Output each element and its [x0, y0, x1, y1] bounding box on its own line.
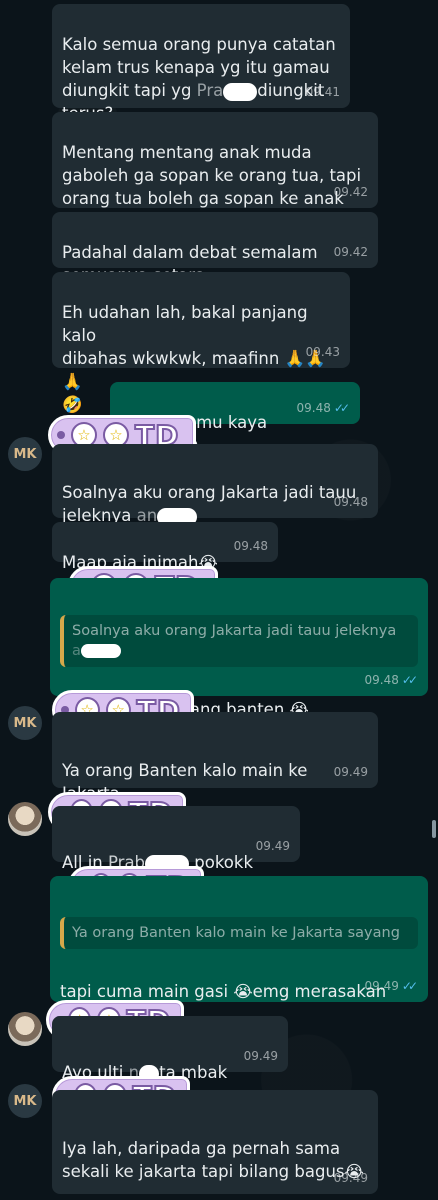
sticker-hole: [57, 431, 65, 439]
avatar[interactable]: MK: [8, 706, 42, 740]
message-time: 09.49: [333, 1171, 368, 1185]
message-time: 09.49: [243, 1049, 278, 1063]
message-outgoing[interactable]: Soalnya aku orang Jakarta jadi tauu jele…: [50, 578, 428, 719]
message-incoming[interactable]: Mentang mentang anak muda gaboleh ga sop…: [52, 112, 378, 231]
message-incoming[interactable]: Padahal dalam debat semalam semuanya set…: [52, 212, 378, 285]
avatar[interactable]: MK: [8, 437, 42, 471]
avatar[interactable]: [8, 1012, 42, 1046]
message-incoming[interactable]: Iya lah, daripada ga pernah sama sekali …: [52, 1090, 378, 1194]
avatar[interactable]: MK: [8, 1084, 42, 1118]
message-incoming[interactable]: Eh udahan lah, bakal panjang kalo dibaha…: [52, 272, 350, 414]
message-time: 09.48 ✓✓: [297, 397, 350, 420]
message-time: 09.41: [305, 85, 340, 99]
double-check-icon: ✓✓: [401, 979, 418, 993]
message-time: 09.48: [333, 495, 368, 509]
message-incoming[interactable]: Soalnya aku orang Jakarta jadi tauu jele…: [52, 444, 378, 526]
message-incoming[interactable]: All in Prab pokokk 09.49: [52, 806, 300, 873]
message-outgoing[interactable]: Ya orang Banten kalo main ke Jakarta say…: [50, 876, 428, 1024]
scrollbar[interactable]: [432, 820, 436, 838]
message-time: 09.49: [255, 839, 290, 853]
message-time: 09.48 ✓✓: [365, 669, 418, 692]
message-time: 09.42: [333, 185, 368, 199]
message-time: 09.49: [333, 765, 368, 779]
message-time: 09.49 ✓✓: [365, 975, 418, 998]
message-incoming[interactable]: Maap aja inimah😭 09.48: [52, 522, 278, 572]
redaction-mark: [223, 82, 258, 101]
message-text: Iya lah, daripada ga pernah sama sekali …: [62, 1139, 364, 1181]
quoted-message[interactable]: Ya orang Banten kalo main ke Jakarta say…: [60, 917, 418, 949]
message-incoming[interactable]: Kalo semua orang punya catatan kelam tru…: [52, 4, 350, 123]
message-time: 09.43: [305, 345, 340, 359]
double-check-icon: ✓✓: [401, 673, 418, 687]
message-time: 09.42: [333, 245, 368, 259]
message-incoming[interactable]: Ayo ulti n ta mbak 09.49: [52, 1016, 288, 1083]
quoted-message[interactable]: Soalnya aku orang Jakarta jadi tauu jele…: [60, 615, 418, 667]
message-incoming[interactable]: Ya orang Banten kalo main ke Jakarta say…: [52, 712, 378, 826]
message-time: 09.48: [233, 539, 268, 553]
double-check-icon: ✓✓: [333, 401, 350, 415]
avatar[interactable]: [8, 802, 42, 836]
redaction-mark: [80, 644, 121, 658]
